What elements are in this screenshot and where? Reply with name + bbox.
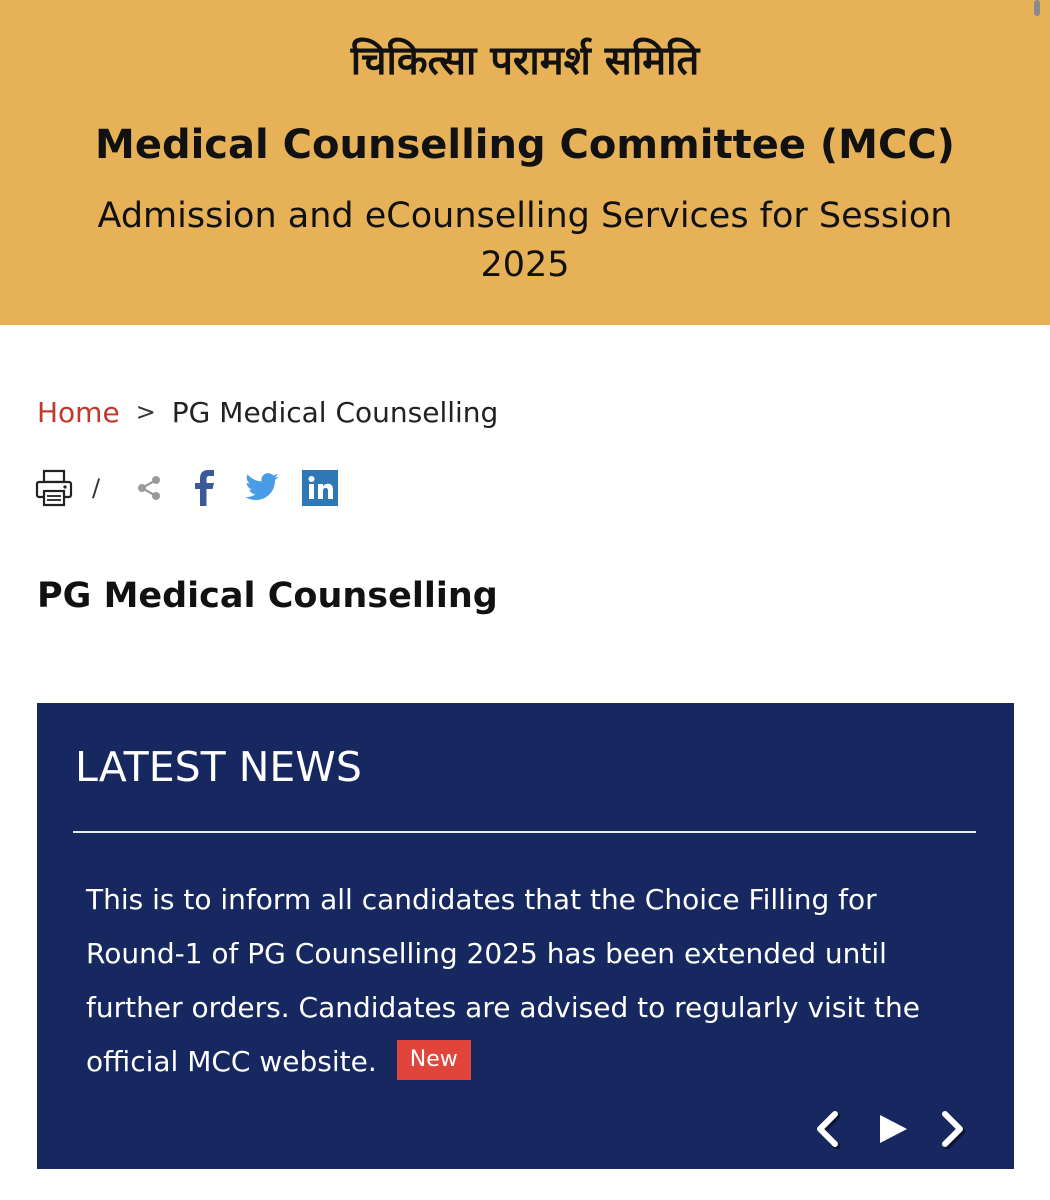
chevron-left-icon[interactable] <box>809 1107 845 1151</box>
linkedin-icon[interactable] <box>302 470 338 506</box>
breadcrumb: Home > PG Medical Counselling <box>37 390 498 434</box>
print-icon[interactable] <box>34 468 74 508</box>
latest-news-heading: LATEST NEWS <box>75 743 362 791</box>
site-header: चिकित्सा परामर्श समिति Medical Counselli… <box>0 0 1050 325</box>
breadcrumb-current: PG Medical Counselling <box>171 395 499 429</box>
chevron-right-icon[interactable] <box>935 1107 971 1151</box>
latest-news-panel: LATEST NEWS This is to inform all candid… <box>37 703 1014 1169</box>
scrollbar[interactable] <box>1034 0 1040 16</box>
divider <box>73 831 976 833</box>
breadcrumb-home-link[interactable]: Home <box>37 396 120 429</box>
facebook-icon[interactable] <box>190 468 220 508</box>
hindi-site-title: चिकित्सा परामर्श समिति <box>350 38 700 84</box>
site-title: Medical Counselling Committee (MCC) <box>95 122 955 168</box>
news-carousel-controls <box>809 1107 971 1151</box>
share-separator: / <box>92 474 101 502</box>
news-item[interactable]: This is to inform all candidates that th… <box>86 873 966 1089</box>
site-subtitle: Admission and eCounselling Services for … <box>97 196 953 285</box>
new-badge: New <box>396 1040 471 1080</box>
page-title: PG Medical Counselling <box>37 576 498 616</box>
breadcrumb-separator: > <box>135 398 156 426</box>
share-icon[interactable] <box>134 473 164 503</box>
share-toolbar: / <box>34 466 338 510</box>
play-icon[interactable] <box>873 1107 913 1151</box>
news-item-text[interactable]: This is to inform all candidates that th… <box>86 883 920 1078</box>
twitter-icon[interactable] <box>244 470 280 506</box>
